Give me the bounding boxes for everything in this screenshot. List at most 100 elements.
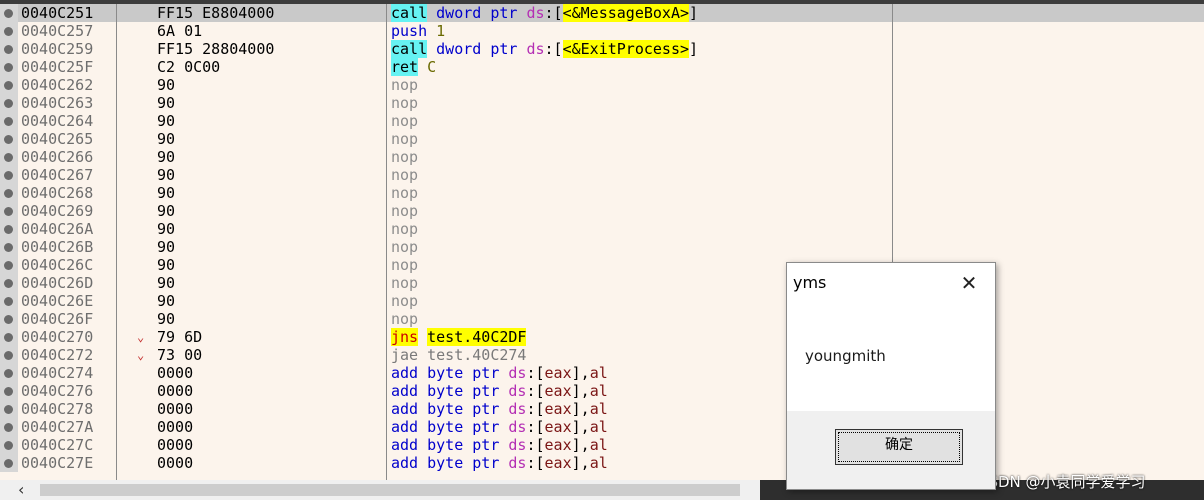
disasm-row[interactable]: 0040C266 90 nop <box>0 148 1204 166</box>
row-bytes: 0000 <box>157 436 194 454</box>
breakpoint-dot-icon[interactable] <box>4 405 13 414</box>
breakpoint-dot-icon[interactable] <box>4 459 13 468</box>
breakpoint-dot-icon[interactable] <box>4 225 13 234</box>
breakpoint-gutter[interactable] <box>0 418 18 436</box>
breakpoint-dot-icon[interactable] <box>4 45 13 54</box>
row-instruction: add byte ptr ds:[eax],al <box>391 400 608 418</box>
breakpoint-dot-icon[interactable] <box>4 315 13 324</box>
breakpoint-dot-icon[interactable] <box>4 261 13 270</box>
disasm-row[interactable]: 0040C262 90 nop <box>0 76 1204 94</box>
disasm-row[interactable]: 0040C264 90 nop <box>0 112 1204 130</box>
disasm-row[interactable]: 0040C272 ⌄ 73 00 jae test.40C274 <box>0 346 1204 364</box>
breakpoint-dot-icon[interactable] <box>4 243 13 252</box>
scroll-left-icon[interactable]: ‹ <box>18 481 24 499</box>
disasm-row[interactable]: 0040C26D 90 nop <box>0 274 1204 292</box>
disasm-row[interactable]: 0040C26B 90 nop <box>0 238 1204 256</box>
breakpoint-dot-icon[interactable] <box>4 99 13 108</box>
breakpoint-dot-icon[interactable] <box>4 63 13 72</box>
disasm-row[interactable]: 0040C263 90 nop <box>0 94 1204 112</box>
disasm-row[interactable]: 0040C259 FF15 28804000 call dword ptr ds:[… <box>0 40 1204 58</box>
row-address: 0040C27C <box>21 436 94 454</box>
row-bytes: C2 0C00 <box>157 58 221 76</box>
breakpoint-gutter[interactable] <box>0 184 18 202</box>
breakpoint-dot-icon[interactable] <box>4 27 13 36</box>
breakpoint-dot-icon[interactable] <box>4 117 13 126</box>
breakpoint-dot-icon[interactable] <box>4 81 13 90</box>
message-box-dialog[interactable]: yms ✕ youngmith 确定 <box>786 262 996 490</box>
breakpoint-dot-icon[interactable] <box>4 333 13 342</box>
breakpoint-dot-icon[interactable] <box>4 387 13 396</box>
instruction-token: ], <box>571 454 590 472</box>
disasm-row[interactable]: 0040C269 90 nop <box>0 202 1204 220</box>
instruction-token: nop <box>391 166 419 184</box>
disasm-row[interactable]: 0040C26F 90 nop <box>0 310 1204 328</box>
disasm-row[interactable]: 0040C26C 90 nop <box>0 256 1204 274</box>
breakpoint-dot-icon[interactable] <box>4 351 13 360</box>
breakpoint-gutter[interactable] <box>0 454 18 472</box>
column-divider-address[interactable] <box>116 4 117 480</box>
disasm-row[interactable]: 0040C274 0000 add byte ptr ds:[eax],al <box>0 364 1204 382</box>
column-divider-bytes[interactable] <box>386 4 387 480</box>
breakpoint-gutter[interactable] <box>0 148 18 166</box>
breakpoint-gutter[interactable] <box>0 112 18 130</box>
disasm-row[interactable]: 0040C278 0000 add byte ptr ds:[eax],al <box>0 400 1204 418</box>
disassembly-view[interactable]: 0040C251 FF15 E8804000 call dword ptr ds:[… <box>0 4 1204 480</box>
breakpoint-gutter[interactable] <box>0 292 18 310</box>
breakpoint-gutter[interactable] <box>0 382 18 400</box>
breakpoint-gutter[interactable] <box>0 346 18 364</box>
disasm-row[interactable]: 0040C251 FF15 E8804000 call dword ptr ds:[… <box>0 4 1204 22</box>
breakpoint-gutter[interactable] <box>0 256 18 274</box>
instruction-token: nop <box>391 184 419 202</box>
close-icon[interactable]: ✕ <box>955 269 983 297</box>
ok-button[interactable]: 确定 <box>835 429 963 465</box>
disasm-row[interactable]: 0040C25F C2 0C00 ret C <box>0 58 1204 76</box>
breakpoint-gutter[interactable] <box>0 4 18 22</box>
breakpoint-gutter[interactable] <box>0 40 18 58</box>
instruction-token: byte ptr <box>427 364 500 382</box>
breakpoint-gutter[interactable] <box>0 436 18 454</box>
breakpoint-dot-icon[interactable] <box>4 135 13 144</box>
breakpoint-gutter[interactable] <box>0 238 18 256</box>
instruction-token: add <box>391 436 419 454</box>
breakpoint-gutter[interactable] <box>0 166 18 184</box>
breakpoint-dot-icon[interactable] <box>4 369 13 378</box>
disasm-row[interactable]: 0040C268 90 nop <box>0 184 1204 202</box>
disasm-row[interactable]: 0040C26E 90 nop <box>0 292 1204 310</box>
breakpoint-gutter[interactable] <box>0 364 18 382</box>
breakpoint-gutter[interactable] <box>0 58 18 76</box>
breakpoint-dot-icon[interactable] <box>4 441 13 450</box>
breakpoint-dot-icon[interactable] <box>4 9 13 18</box>
breakpoint-gutter[interactable] <box>0 310 18 328</box>
breakpoint-gutter[interactable] <box>0 274 18 292</box>
jump-arrow-icon: ⌄ <box>137 348 145 362</box>
breakpoint-dot-icon[interactable] <box>4 153 13 162</box>
breakpoint-gutter[interactable] <box>0 130 18 148</box>
breakpoint-gutter[interactable] <box>0 220 18 238</box>
breakpoint-gutter[interactable] <box>0 94 18 112</box>
disasm-row[interactable]: 0040C26A 90 nop <box>0 220 1204 238</box>
breakpoint-gutter[interactable] <box>0 328 18 346</box>
breakpoint-gutter[interactable] <box>0 22 18 40</box>
breakpoint-dot-icon[interactable] <box>4 171 13 180</box>
instruction-token: call <box>391 40 428 58</box>
disasm-row[interactable]: 0040C267 90 nop <box>0 166 1204 184</box>
disasm-row[interactable]: 0040C276 0000 add byte ptr ds:[eax],al <box>0 382 1204 400</box>
breakpoint-gutter[interactable] <box>0 400 18 418</box>
breakpoint-dot-icon[interactable] <box>4 423 13 432</box>
row-address: 0040C27E <box>21 454 94 472</box>
breakpoint-dot-icon[interactable] <box>4 279 13 288</box>
breakpoint-dot-icon[interactable] <box>4 207 13 216</box>
breakpoint-dot-icon[interactable] <box>4 297 13 306</box>
scrollbar-thumb[interactable] <box>40 484 740 496</box>
breakpoint-gutter[interactable] <box>0 202 18 220</box>
breakpoint-gutter[interactable] <box>0 76 18 94</box>
disasm-row[interactable]: 0040C27A 0000 add byte ptr ds:[eax],al <box>0 418 1204 436</box>
disasm-row[interactable]: 0040C265 90 nop <box>0 130 1204 148</box>
disasm-row[interactable]: 0040C270 ⌄ 79 6D jns test.40C2DF <box>0 328 1204 346</box>
breakpoint-dot-icon[interactable] <box>4 189 13 198</box>
disasm-row[interactable]: 0040C27C 0000 add byte ptr ds:[eax],al <box>0 436 1204 454</box>
disasm-row[interactable]: 0040C27E 0000 add byte ptr ds:[eax],al <box>0 454 1204 472</box>
horizontal-scrollbar[interactable]: ‹ <box>0 480 760 500</box>
row-instruction: call dword ptr ds:[<&MessageBoxA>] <box>391 4 698 22</box>
disasm-row[interactable]: 0040C257 6A 01 push 1 <box>0 22 1204 40</box>
